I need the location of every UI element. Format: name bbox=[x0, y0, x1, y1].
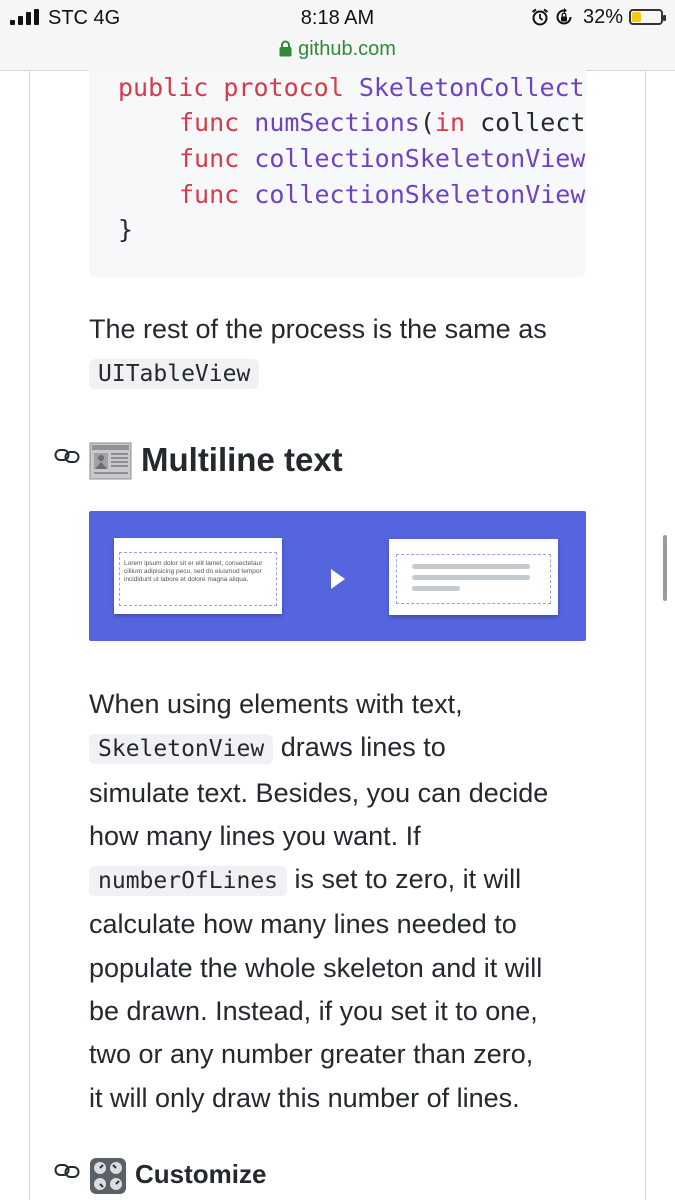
play-arrow-icon bbox=[331, 569, 345, 589]
skeleton-line bbox=[412, 564, 530, 569]
paragraph-text: be drawn. Instead, if you set it to one, bbox=[89, 996, 538, 1027]
link-icon[interactable] bbox=[54, 1161, 80, 1181]
url-text: github.com bbox=[298, 38, 396, 60]
paragraph-text: calculate how many lines needed to bbox=[89, 909, 517, 940]
scrollbar-thumb[interactable] bbox=[663, 535, 667, 601]
content-border-left bbox=[29, 70, 30, 1200]
heading-customize: Customize bbox=[135, 1157, 266, 1191]
rotation-lock-icon bbox=[556, 8, 572, 25]
paragraph-text: simulate text. Besides, you can decide bbox=[89, 777, 549, 808]
paragraph-text: When using elements with text, bbox=[89, 689, 463, 719]
lorem-text: Lorem ipsum dolor sit er elit lamet, con… bbox=[124, 560, 263, 584]
newspaper-icon bbox=[89, 442, 132, 480]
status-bar: STC 4G 8:18 AM github.com 32% bbox=[0, 0, 675, 71]
text-card: Lorem ipsum dolor sit er elit lamet, con… bbox=[114, 538, 282, 614]
inline-code: numberOfLines bbox=[89, 866, 288, 897]
heading-multiline-text: Multiline text bbox=[141, 440, 343, 480]
skeleton-card bbox=[389, 539, 558, 615]
battery-icon bbox=[629, 9, 666, 25]
code-line: func collectionSkeletonView bbox=[179, 144, 586, 173]
paragraph-text: The rest of the process is the same as bbox=[89, 314, 547, 344]
content-border-right bbox=[645, 70, 646, 1200]
paragraph-text: draws lines to bbox=[280, 732, 446, 763]
status-icons: 32% bbox=[531, 5, 666, 28]
battery-percent: 32% bbox=[582, 5, 623, 28]
heading-text: Customize bbox=[135, 1158, 267, 1189]
skeleton-line bbox=[412, 586, 460, 591]
paragraph-text: two or any number greater than zero, bbox=[89, 1039, 534, 1070]
heading-text: Multiline text bbox=[141, 441, 343, 478]
code-line: func collectionSkeletonView bbox=[179, 180, 586, 209]
link-icon[interactable] bbox=[54, 446, 80, 466]
code-line: public protocol SkeletonCollect bbox=[118, 73, 585, 102]
paragraph-process: The rest of the process is the same as U… bbox=[89, 308, 599, 397]
paragraph-multiline: When using elements with text, SkeletonV… bbox=[89, 683, 609, 1120]
paragraph-text: how many lines you want. If bbox=[89, 820, 421, 851]
inline-code: SkeletonView bbox=[89, 734, 274, 765]
code-block: public protocol SkeletonCollect func num… bbox=[89, 70, 586, 277]
paragraph-text: is set to zero, it will bbox=[294, 864, 522, 895]
code-line: } bbox=[118, 215, 134, 244]
code-line: func numSections(in collect bbox=[179, 108, 586, 137]
paragraph-text: it will only draw this number of lines. bbox=[89, 1082, 520, 1113]
inline-code: UITableView bbox=[89, 359, 260, 390]
alarm-icon bbox=[531, 8, 549, 26]
skeleton-line bbox=[412, 575, 530, 580]
battery-level bbox=[632, 12, 641, 22]
paragraph-text: populate the whole skeleton and it will bbox=[89, 952, 543, 983]
control-knobs-icon bbox=[90, 1158, 126, 1194]
lock-icon bbox=[279, 40, 292, 57]
url-bar[interactable]: github.com bbox=[0, 38, 675, 61]
